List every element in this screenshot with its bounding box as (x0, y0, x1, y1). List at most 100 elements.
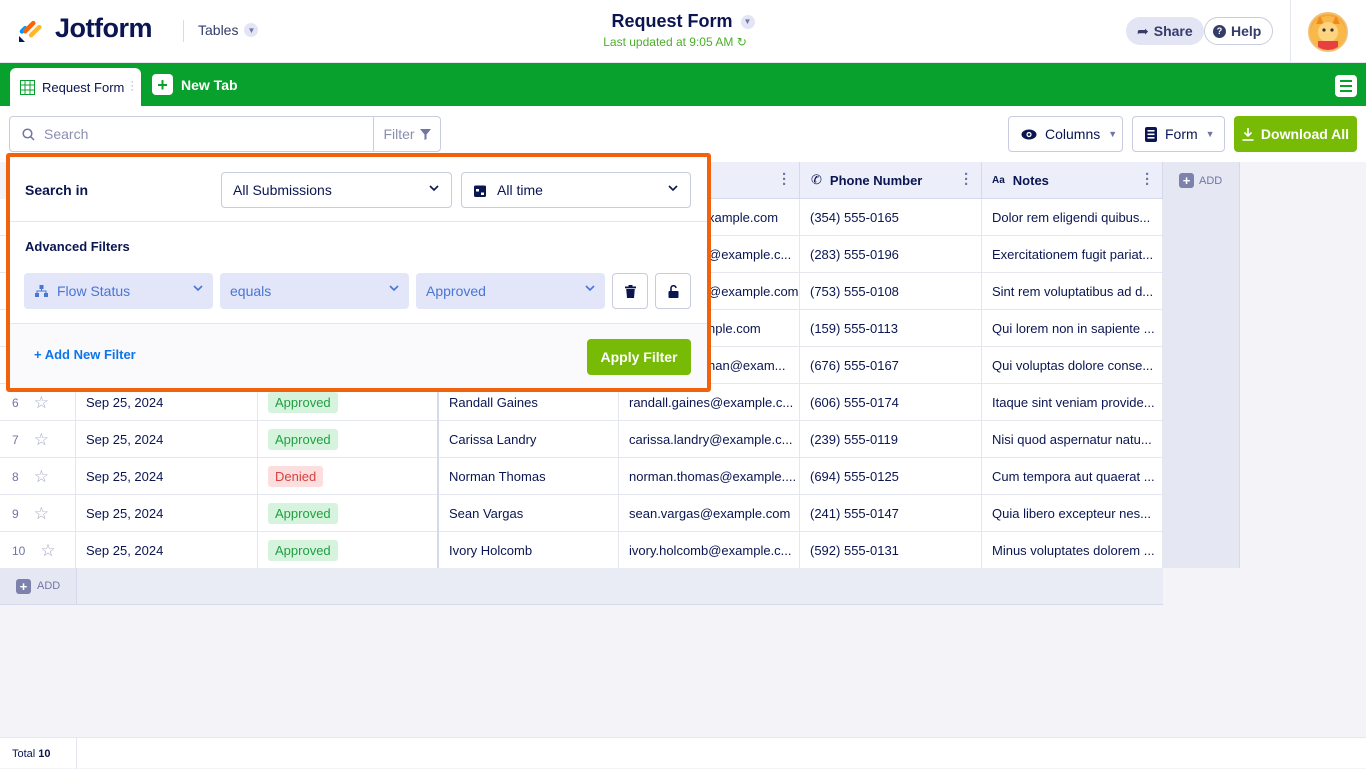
star-icon[interactable]: ☆ (34, 467, 49, 487)
apply-filter-label: Apply Filter (600, 349, 678, 365)
download-all-button[interactable]: Download All (1234, 116, 1357, 152)
column-options-icon[interactable]: · · · (964, 167, 969, 192)
cell-phone[interactable]: (606) 555-0174 (800, 384, 982, 421)
filter-value-select[interactable]: Approved (416, 273, 605, 309)
cell-status[interactable]: Approved (258, 421, 439, 458)
row-number: 8 ☆ (0, 458, 76, 495)
search-input[interactable]: Search (9, 116, 374, 152)
cell-notes[interactable]: Nisi quod aspernatur natu... (982, 421, 1163, 458)
star-icon[interactable]: ☆ (34, 393, 49, 413)
cell-date[interactable]: Sep 25, 2024 (76, 421, 258, 458)
cell-phone[interactable]: (283) 555-0196 (800, 236, 982, 273)
cell-status[interactable]: Approved (258, 495, 439, 532)
scope-select[interactable]: All Submissions (221, 172, 452, 208)
apply-filter-button[interactable]: Apply Filter (587, 339, 691, 375)
cell-notes[interactable]: Exercitationem fugit pariat... (982, 236, 1163, 273)
cell-date-text: Sep 25, 2024 (86, 395, 164, 410)
cell-notes[interactable]: Minus voluptates dolorem ... (982, 532, 1163, 569)
cell-phone[interactable]: (354) 555-0165 (800, 199, 982, 236)
table-row[interactable]: 8 ☆ Sep 25, 2024 Denied Norman Thomas norman.… (0, 458, 1163, 495)
table-row[interactable]: 9 ☆ Sep 25, 2024 Approved Sean Vargas sean.va… (0, 495, 1163, 532)
cell-notes[interactable]: Dolor rem eligendi quibus... (982, 199, 1163, 236)
cell-phone[interactable]: (241) 555-0147 (800, 495, 982, 532)
form-button[interactable]: Form ▼ (1132, 116, 1225, 152)
star-icon[interactable]: ☆ (34, 430, 49, 450)
help-button[interactable]: ? Help (1204, 17, 1274, 45)
cell-phone-text: (753) 555-0108 (810, 284, 899, 299)
add-column[interactable]: + ADD (1163, 162, 1240, 568)
form-label: Form (1165, 126, 1198, 142)
cell-phone-text: (241) 555-0147 (810, 506, 899, 521)
cell-email[interactable]: carissa.landry@example.c... (619, 421, 800, 458)
table-row[interactable]: 10 ☆ Sep 25, 2024 Approved Ivory Holcomb ivor… (0, 532, 1163, 569)
cell-email[interactable]: ivory.holcomb@example.c... (619, 532, 800, 569)
cell-phone[interactable]: (159) 555-0113 (800, 310, 982, 347)
table-row[interactable]: 7 ☆ Sep 25, 2024 Approved Carissa Landry cari… (0, 421, 1163, 458)
cell-date[interactable]: Sep 25, 2024 (76, 495, 258, 532)
share-button[interactable]: ➦ Share (1126, 17, 1204, 45)
form-title[interactable]: Request Form ▼ (611, 11, 755, 32)
row-index: 7 (12, 432, 19, 447)
cell-name[interactable]: Sean Vargas (439, 495, 619, 532)
row-number: 10 ☆ (0, 532, 76, 569)
filter-field-select[interactable]: Flow Status (24, 273, 213, 309)
cell-notes-text: Minus voluptates dolorem ... (992, 543, 1155, 558)
cell-email[interactable]: norman.thomas@example.... (619, 458, 800, 495)
refresh-icon[interactable]: ↻ (737, 35, 747, 49)
cell-name-text: Norman Thomas (449, 469, 546, 484)
last-updated-text: Last updated at 9:05 AM (603, 35, 734, 49)
hamburger-menu-icon[interactable] (1335, 75, 1357, 97)
cell-notes[interactable]: Qui voluptas dolore conse... (982, 347, 1163, 384)
cell-name[interactable]: Ivory Holcomb (439, 532, 619, 569)
filter-operator-select[interactable]: equals (220, 273, 409, 309)
unlock-icon (668, 284, 678, 298)
tab-options-icon[interactable]: · · · (130, 77, 134, 96)
column-header-notes[interactable]: Aa Notes · · · (982, 162, 1163, 199)
cell-date[interactable]: Sep 25, 2024 (76, 532, 258, 569)
column-header-phone[interactable]: ✆ Phone Number · · · (800, 162, 982, 199)
status-badge: Approved (268, 392, 338, 413)
chevron-down-icon (585, 285, 595, 292)
cell-notes[interactable]: Quia libero excepteur nes... (982, 495, 1163, 532)
chevron-down-icon: ▼ (740, 14, 755, 29)
cell-date[interactable]: Sep 25, 2024 (76, 458, 258, 495)
cell-date-text: Sep 25, 2024 (86, 543, 164, 558)
row-index: 10 (12, 543, 26, 558)
new-tab-button[interactable]: + New Tab (152, 74, 238, 95)
new-tab-label: New Tab (181, 76, 238, 93)
filter-button[interactable]: Filter (373, 116, 441, 152)
cell-notes-text: Qui lorem non in sapiente ... (992, 321, 1155, 336)
cell-phone[interactable]: (676) 555-0167 (800, 347, 982, 384)
cell-notes[interactable]: Itaque sint veniam provide... (982, 384, 1163, 421)
time-range-select[interactable]: All time (461, 172, 691, 208)
cell-phone[interactable]: (694) 555-0125 (800, 458, 982, 495)
cell-name[interactable]: Carissa Landry (439, 421, 619, 458)
star-icon[interactable]: ☆ (34, 504, 49, 524)
cell-date-text: Sep 25, 2024 (86, 469, 164, 484)
cell-status[interactable]: Approved (258, 532, 439, 569)
cell-email[interactable]: sean.vargas@example.com (619, 495, 800, 532)
lock-filter-button[interactable] (655, 273, 691, 309)
cell-status[interactable]: Denied (258, 458, 439, 495)
scope-value: All Submissions (233, 182, 332, 198)
cell-phone[interactable]: (592) 555-0131 (800, 532, 982, 569)
add-column-button[interactable]: + ADD (1179, 173, 1222, 188)
cell-phone[interactable]: (753) 555-0108 (800, 273, 982, 310)
tab-request-form[interactable]: Request Form · · · (10, 68, 141, 106)
cell-notes[interactable]: Cum tempora aut quaerat ... (982, 458, 1163, 495)
cell-notes[interactable]: Qui lorem non in sapiente ... (982, 310, 1163, 347)
add-row-button[interactable]: + ADD (0, 568, 77, 604)
cell-name[interactable]: Norman Thomas (439, 458, 619, 495)
cell-notes[interactable]: Sint rem voluptatibus ad d... (982, 273, 1163, 310)
avatar[interactable] (1308, 12, 1348, 52)
columns-button[interactable]: Columns ▼ (1008, 116, 1123, 152)
cell-phone[interactable]: (239) 555-0119 (800, 421, 982, 458)
add-new-filter-button[interactable]: + Add New Filter (34, 347, 136, 362)
plus-icon: + (152, 74, 173, 95)
flow-status-icon (35, 285, 48, 297)
delete-filter-button[interactable] (612, 273, 648, 309)
star-icon[interactable]: ☆ (40, 541, 55, 561)
column-options-icon[interactable]: · · · (1145, 167, 1150, 192)
column-options-icon[interactable]: · · · (782, 167, 787, 192)
cell-notes-text: Cum tempora aut quaerat ... (992, 469, 1155, 484)
